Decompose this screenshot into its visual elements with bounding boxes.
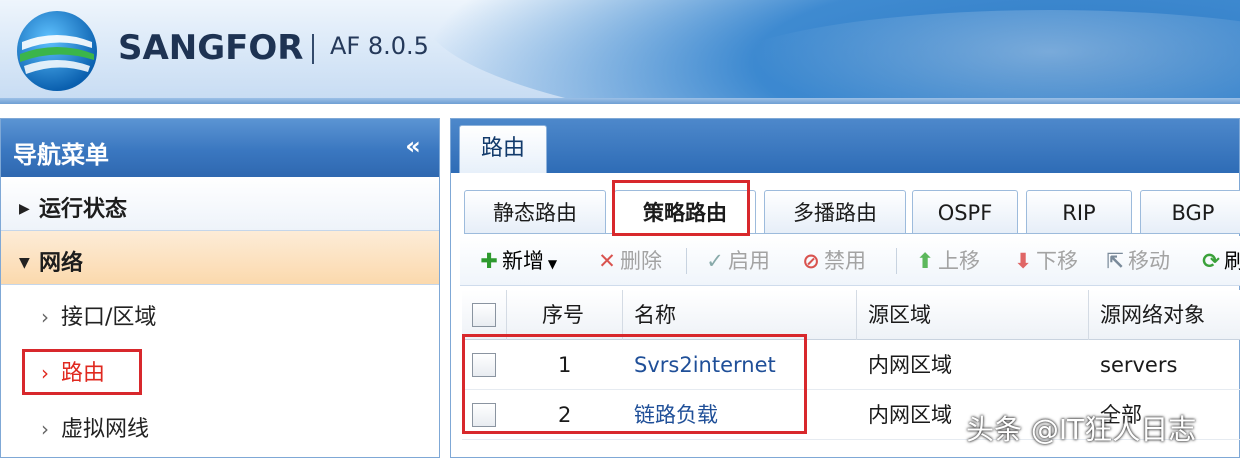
select-all-checkbox[interactable]: [472, 303, 496, 327]
sidebar-title: 导航菜单: [13, 141, 109, 169]
subtab-baseline: [464, 233, 1240, 234]
refresh-button[interactable]: ⟳ 刷: [1198, 246, 1240, 276]
move-up-label: 上移: [938, 249, 980, 273]
nav-item-label: 接口/区域: [61, 305, 157, 330]
app-header: SANGFOR AF 8.0.5: [0, 0, 1240, 104]
nav-section-label: 运行状态: [39, 197, 128, 222]
table-header: 序号 名称 源区域 源网络对象: [462, 290, 1240, 340]
nav-item-label: 虚拟网线: [61, 417, 150, 442]
subtab-ospf[interactable]: OSPF: [912, 190, 1018, 234]
watermark-text: 头条 @IT狂人日志: [966, 413, 1197, 446]
move-icon: ⇱: [1106, 249, 1124, 273]
subtab-multicast-route[interactable]: 多播路由: [764, 190, 906, 234]
column-header-src-zone[interactable]: 源区域: [858, 290, 1084, 340]
toolbar-separator: [896, 248, 897, 274]
brand-name: SANGFOR: [118, 28, 304, 68]
column-header-src-object[interactable]: 源网络对象: [1090, 290, 1240, 340]
toolbar-separator: [686, 248, 687, 274]
refresh-label: 刷: [1224, 249, 1240, 273]
disable-label: 禁用: [824, 249, 866, 273]
column-divider: [856, 290, 857, 340]
column-divider: [1088, 290, 1089, 340]
subtab-bgp[interactable]: BGP: [1140, 190, 1240, 234]
move-down-button[interactable]: ⬇ 下移: [1010, 246, 1078, 276]
disable-button[interactable]: ⊘ 禁用: [798, 246, 866, 276]
collapse-sidebar-icon[interactable]: «: [399, 133, 427, 161]
chevron-right-icon: ›: [41, 305, 49, 329]
product-version: AF 8.0.5: [330, 32, 429, 60]
prohibit-icon: ⊘: [802, 249, 820, 273]
plus-icon: ✚: [480, 249, 498, 273]
triangle-right-icon: ▶: [19, 201, 30, 217]
chevron-right-icon: ›: [41, 417, 49, 441]
nav-section-label: 网络: [39, 251, 84, 276]
check-icon: ✓: [706, 249, 724, 273]
arrow-up-icon: ⬆: [916, 249, 934, 273]
add-label: 新增: [502, 249, 544, 273]
column-header-name[interactable]: 名称: [624, 290, 854, 340]
row-src-zone: 内网区域: [868, 353, 952, 377]
subtab-rip[interactable]: RIP: [1026, 190, 1132, 234]
nav-section-network[interactable]: ▼ 网络: [1, 231, 439, 285]
delete-label: 删除: [620, 249, 662, 273]
arrow-down-icon: ⬇: [1014, 249, 1032, 273]
column-divider: [506, 290, 507, 340]
enable-label: 启用: [728, 249, 770, 273]
grid-toolbar: ✚ 新增 ▼ ✕ 删除 ✓ 启用 ⊘ 禁用 ⬆ 上移 ⬇ 下移 ⇱ 移动 ⟳ 刷: [460, 236, 1240, 286]
subtab-static-route[interactable]: 静态路由: [464, 190, 606, 234]
triangle-down-icon: ▼: [19, 255, 30, 271]
highlight-box-rows: [462, 334, 807, 434]
move-up-button[interactable]: ⬆ 上移: [912, 246, 980, 276]
move-down-label: 下移: [1036, 249, 1078, 273]
move-label: 移动: [1128, 249, 1170, 273]
brand-divider: [312, 34, 314, 64]
sidebar-header: 导航菜单 «: [1, 119, 439, 177]
highlight-box-policy-route: [612, 180, 750, 236]
row-src-object: servers: [1100, 353, 1178, 377]
sangfor-logo-icon: [17, 11, 97, 91]
nav-sidebar: 导航菜单 « ▶ 运行状态 ▼ 网络 › 接口/区域 › 路由 › 虚拟网线: [0, 118, 440, 458]
highlight-box-route: [22, 349, 142, 395]
enable-button[interactable]: ✓ 启用: [702, 246, 770, 276]
nav-item-interface-zone[interactable]: › 接口/区域: [1, 285, 439, 341]
move-button[interactable]: ⇱ 移动: [1102, 246, 1170, 276]
refresh-icon: ⟳: [1202, 249, 1220, 273]
subtab-strip: 静态路由 策略路由 多播路由 OSPF RIP BGP: [464, 190, 1240, 234]
dropdown-arrow-icon: ▼: [544, 257, 558, 271]
column-header-index[interactable]: 序号: [532, 290, 622, 340]
nav-section-status[interactable]: ▶ 运行状态: [1, 177, 439, 231]
add-button[interactable]: ✚ 新增 ▼: [476, 246, 557, 276]
x-icon: ✕: [598, 249, 616, 273]
column-divider: [622, 290, 623, 340]
delete-button[interactable]: ✕ 删除: [594, 246, 662, 276]
header-bottom-border: [0, 98, 1240, 104]
nav-item-virtual-wire[interactable]: › 虚拟网线: [1, 397, 439, 453]
